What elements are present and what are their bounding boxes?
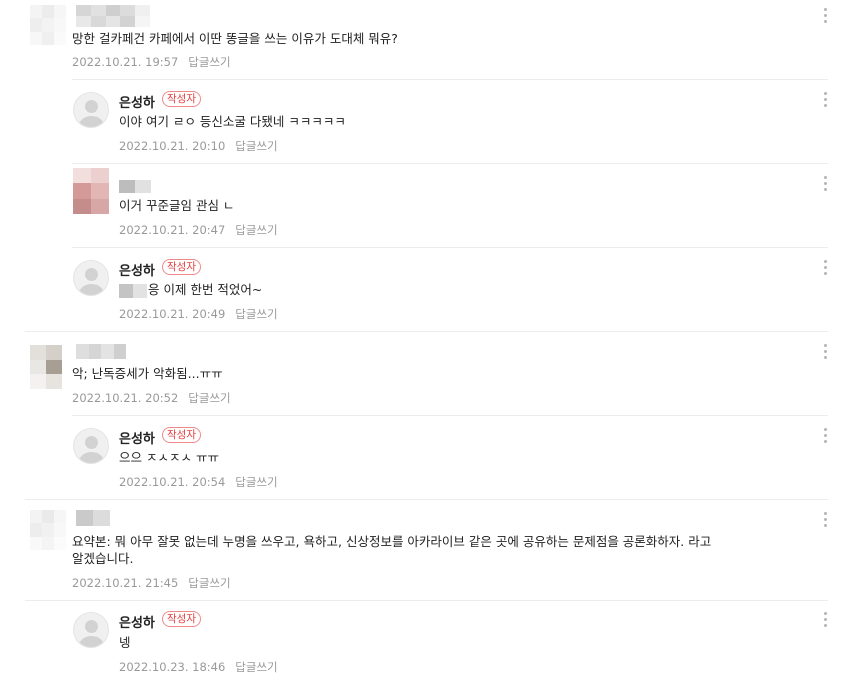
reply-button[interactable]: 답글쓰기 bbox=[188, 55, 230, 69]
author-name-censored bbox=[76, 344, 126, 359]
avatar bbox=[73, 168, 109, 214]
more-options-icon[interactable] bbox=[823, 344, 827, 360]
divider bbox=[72, 79, 828, 80]
avatar bbox=[30, 5, 66, 45]
comment-text: 요약본: 뭐 아무 잘못 없는데 누명을 쓰우고, 욕하고, 신상정보를 아카라… bbox=[72, 534, 712, 549]
comment-date: 2022.10.21. 21:45 bbox=[72, 576, 179, 590]
mention-censored bbox=[119, 284, 147, 298]
comment-text: 이야 여기 ㄹㅇ 등신소굴 다됐네 ㅋㅋㅋㅋㅋ bbox=[119, 114, 346, 129]
author-name-censored bbox=[76, 5, 150, 27]
author-name[interactable]: 은성하 bbox=[119, 428, 155, 447]
comment-text: 으으 ㅈㅅㅈㅅ ㅠㅠ bbox=[119, 450, 219, 465]
comment-meta: 2022.10.21. 20:54 답글쓰기 bbox=[119, 474, 278, 490]
comment-meta: 2022.10.21. 19:57 답글쓰기 bbox=[72, 54, 231, 70]
author-badge: 작성자 bbox=[162, 91, 201, 107]
reply-button[interactable]: 답글쓰기 bbox=[235, 307, 277, 321]
more-options-icon[interactable] bbox=[823, 612, 827, 628]
more-options-icon[interactable] bbox=[823, 428, 827, 444]
comment-date: 2022.10.21. 20:10 bbox=[119, 139, 226, 153]
divider bbox=[25, 331, 828, 332]
comment-text: 이거 꾸준글임 관심 ㄴ bbox=[119, 198, 235, 213]
divider bbox=[25, 600, 828, 601]
comment-meta: 2022.10.21. 20:52 답글쓰기 bbox=[72, 390, 231, 406]
more-options-icon[interactable] bbox=[823, 260, 827, 276]
author-name-censored bbox=[119, 180, 151, 193]
comment-date: 2022.10.23. 18:46 bbox=[119, 660, 226, 674]
more-options-icon[interactable] bbox=[823, 92, 827, 108]
comment-text-continued: 알겠습니다. bbox=[72, 551, 134, 566]
author-badge: 작성자 bbox=[162, 427, 201, 443]
comment-meta: 2022.10.21. 20:49 답글쓰기 bbox=[119, 306, 278, 322]
comment-text: 악; 난독증세가 악화됨...ㅠㅠ bbox=[72, 366, 223, 381]
avatar bbox=[73, 260, 109, 296]
comment-date: 2022.10.21. 20:52 bbox=[72, 391, 179, 405]
divider bbox=[25, 499, 828, 500]
author-name[interactable]: 은성하 bbox=[119, 612, 155, 631]
comment-date: 2022.10.21. 20:49 bbox=[119, 307, 226, 321]
comment-date: 2022.10.21. 19:57 bbox=[72, 55, 179, 69]
avatar bbox=[30, 510, 66, 550]
author-name-censored bbox=[76, 510, 110, 526]
comment-meta: 2022.10.21. 21:45 답글쓰기 bbox=[72, 575, 231, 591]
avatar bbox=[73, 92, 109, 128]
more-options-icon[interactable] bbox=[823, 176, 827, 192]
author-badge: 작성자 bbox=[162, 611, 201, 627]
reply-button[interactable]: 답글쓰기 bbox=[235, 139, 277, 153]
reply-button[interactable]: 답글쓰기 bbox=[235, 223, 277, 237]
reply-button[interactable]: 답글쓰기 bbox=[235, 475, 277, 489]
comment-text: 넹 bbox=[119, 635, 131, 650]
author-badge: 작성자 bbox=[162, 259, 201, 275]
comment-date: 2022.10.21. 20:47 bbox=[119, 223, 226, 237]
avatar bbox=[30, 345, 62, 389]
avatar bbox=[73, 612, 109, 648]
author-name[interactable]: 은성하 bbox=[119, 92, 155, 111]
comment-text: 응 이제 한번 적었어~ bbox=[148, 282, 263, 297]
reply-button[interactable]: 답글쓰기 bbox=[188, 391, 230, 405]
comment-meta: 2022.10.21. 20:47 답글쓰기 bbox=[119, 222, 278, 238]
divider bbox=[72, 415, 828, 416]
comment-meta: 2022.10.21. 20:10 답글쓰기 bbox=[119, 138, 278, 154]
comment-date: 2022.10.21. 20:54 bbox=[119, 475, 226, 489]
more-options-icon[interactable] bbox=[823, 8, 827, 24]
avatar bbox=[73, 428, 109, 464]
author-name[interactable]: 은성하 bbox=[119, 260, 155, 279]
comment-meta: 2022.10.23. 18:46 답글쓰기 bbox=[119, 659, 278, 675]
divider bbox=[72, 247, 828, 248]
reply-button[interactable]: 답글쓰기 bbox=[188, 576, 230, 590]
more-options-icon[interactable] bbox=[823, 512, 827, 528]
reply-button[interactable]: 답글쓰기 bbox=[235, 660, 277, 674]
divider bbox=[72, 163, 828, 164]
comment-text: 망한 걸카페건 카페에서 이딴 똥글을 쓰는 이유가 도대체 뭐유? bbox=[72, 31, 398, 46]
